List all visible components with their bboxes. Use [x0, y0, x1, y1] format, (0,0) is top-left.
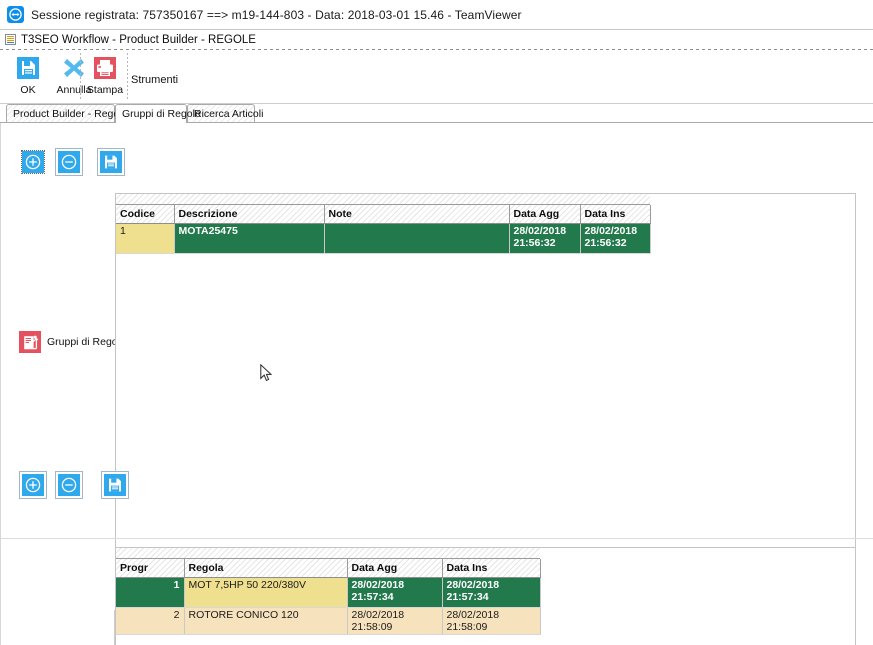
- lower-grid-toolbar: [19, 471, 129, 499]
- ok-button-label: OK: [20, 84, 36, 96]
- application-icon: [5, 34, 16, 45]
- column-header-codice[interactable]: Codice: [116, 205, 175, 224]
- tab-label: Gruppi di Regole: [122, 108, 201, 120]
- cell-codice[interactable]: 1: [116, 223, 175, 254]
- cell-progr[interactable]: 2: [116, 607, 185, 635]
- cell-regola[interactable]: ROTORE CONICO 120: [184, 607, 348, 635]
- plus-circle-icon: [22, 151, 44, 173]
- column-header-progr[interactable]: Progr: [116, 559, 185, 578]
- save-icon: [14, 54, 42, 82]
- cell-data-ins[interactable]: 28/02/2018 21:57:34: [442, 577, 541, 608]
- column-header-data-ins[interactable]: Data Ins: [442, 559, 541, 578]
- table-header-row: Progr Regola Data Agg Data Ins: [116, 559, 541, 578]
- teamviewer-session-title: Sessione registrata: 757350167 ==> m19-1…: [31, 7, 522, 22]
- cell-progr[interactable]: 1: [116, 577, 185, 608]
- tab-gruppi-di-regole[interactable]: Gruppi di Regole: [115, 104, 201, 123]
- gruppi-di-regole-icon: [19, 331, 41, 353]
- column-header-note[interactable]: Note: [324, 205, 510, 224]
- tab-strip: Product Builder - Regole Gruppi di Regol…: [0, 104, 873, 123]
- cell-data-ins[interactable]: 28/02/2018 21:58:09: [442, 607, 541, 635]
- content-area: Gruppi di Regole Codice Descrizione Note…: [0, 123, 873, 645]
- add-group-button[interactable]: [19, 148, 47, 176]
- table-row[interactable]: 1 MOT 7,5HP 50 220/380V 28/02/2018 21:57…: [116, 577, 541, 608]
- save-floppy-icon: [104, 474, 126, 496]
- save-group-button[interactable]: [97, 148, 125, 176]
- cell-data-agg[interactable]: 28/02/2018 21:58:09: [347, 607, 443, 635]
- teamviewer-session-bar: Sessione registrata: 757350167 ==> m19-1…: [0, 0, 873, 29]
- ok-button[interactable]: OK: [5, 51, 51, 99]
- minus-circle-icon: [58, 151, 80, 173]
- upper-grid-top-band: [116, 194, 650, 205]
- tab-product-builder-regole[interactable]: Product Builder - Regole: [6, 104, 127, 122]
- lower-grid-panel: Progr Regola Data Agg Data Ins 1 MOT 7,5…: [115, 547, 856, 645]
- table-row[interactable]: 2 ROTORE CONICO 120 28/02/2018 21:58:09 …: [116, 607, 541, 635]
- remove-group-button[interactable]: [55, 148, 83, 176]
- upper-grid-toolbar: [19, 148, 125, 176]
- column-header-descrizione[interactable]: Descrizione: [174, 205, 325, 224]
- stampa-button[interactable]: Stampa: [82, 51, 128, 99]
- column-header-data-ins[interactable]: Data Ins: [580, 205, 651, 224]
- cell-data-agg[interactable]: 28/02/2018 21:56:32: [509, 223, 581, 254]
- teamviewer-icon: [7, 6, 24, 23]
- column-header-regola[interactable]: Regola: [184, 559, 348, 578]
- gruppi-di-regole-grid[interactable]: Codice Descrizione Note Data Agg Data In…: [116, 205, 651, 254]
- tab-label: Product Builder - Regole: [13, 107, 128, 120]
- cell-data-agg[interactable]: 28/02/2018 21:57:34: [347, 577, 443, 608]
- column-header-data-agg[interactable]: Data Agg: [509, 205, 581, 224]
- cell-data-ins[interactable]: 28/02/2018 21:56:32: [580, 223, 651, 254]
- table-row[interactable]: 1 MOTA25475 28/02/2018 21:56:32 28/02/20…: [116, 223, 651, 254]
- app-window-title: T3SEO Workflow - Product Builder - REGOL…: [21, 33, 256, 46]
- application-window: T3SEO Workflow - Product Builder - REGOL…: [0, 29, 873, 645]
- sidebar-item-gruppi-di-regole[interactable]: Gruppi di Regole: [19, 331, 126, 353]
- ribbon-toolbar: OK Annulla Stampa Strumenti: [0, 50, 873, 102]
- ribbon-group-divider-2: [127, 53, 128, 99]
- upper-grid-panel: Codice Descrizione Note Data Agg Data In…: [115, 193, 856, 595]
- cell-descrizione[interactable]: MOTA25475: [174, 223, 325, 254]
- save-rule-button[interactable]: [101, 471, 129, 499]
- ribbon-group-divider-1: [80, 53, 81, 99]
- table-header-row: Codice Descrizione Note Data Agg Data In…: [116, 205, 651, 224]
- print-icon: [91, 54, 119, 82]
- regole-grid[interactable]: Progr Regola Data Agg Data Ins 1 MOT 7,5…: [116, 559, 541, 635]
- tab-label: Ricerca Articoli: [194, 107, 264, 120]
- lower-grid-top-band: [116, 548, 540, 559]
- stampa-button-label: Stampa: [86, 84, 124, 96]
- plus-circle-icon: [22, 474, 44, 496]
- sidebar-item-label: Gruppi di Regole: [47, 336, 126, 348]
- save-floppy-icon: [100, 151, 122, 173]
- ribbon-group-stampa: Stampa: [82, 51, 128, 101]
- cell-regola[interactable]: MOT 7,5HP 50 220/380V: [184, 577, 348, 608]
- minus-circle-icon: [58, 474, 80, 496]
- lower-section-divider: [1, 538, 873, 539]
- remove-rule-button[interactable]: [55, 471, 83, 499]
- add-rule-button[interactable]: [19, 471, 47, 499]
- strumenti-group-label: Strumenti: [131, 74, 179, 86]
- cell-note[interactable]: [324, 223, 510, 254]
- column-header-data-agg[interactable]: Data Agg: [347, 559, 443, 578]
- app-title-bar: T3SEO Workflow - Product Builder - REGOL…: [0, 30, 873, 49]
